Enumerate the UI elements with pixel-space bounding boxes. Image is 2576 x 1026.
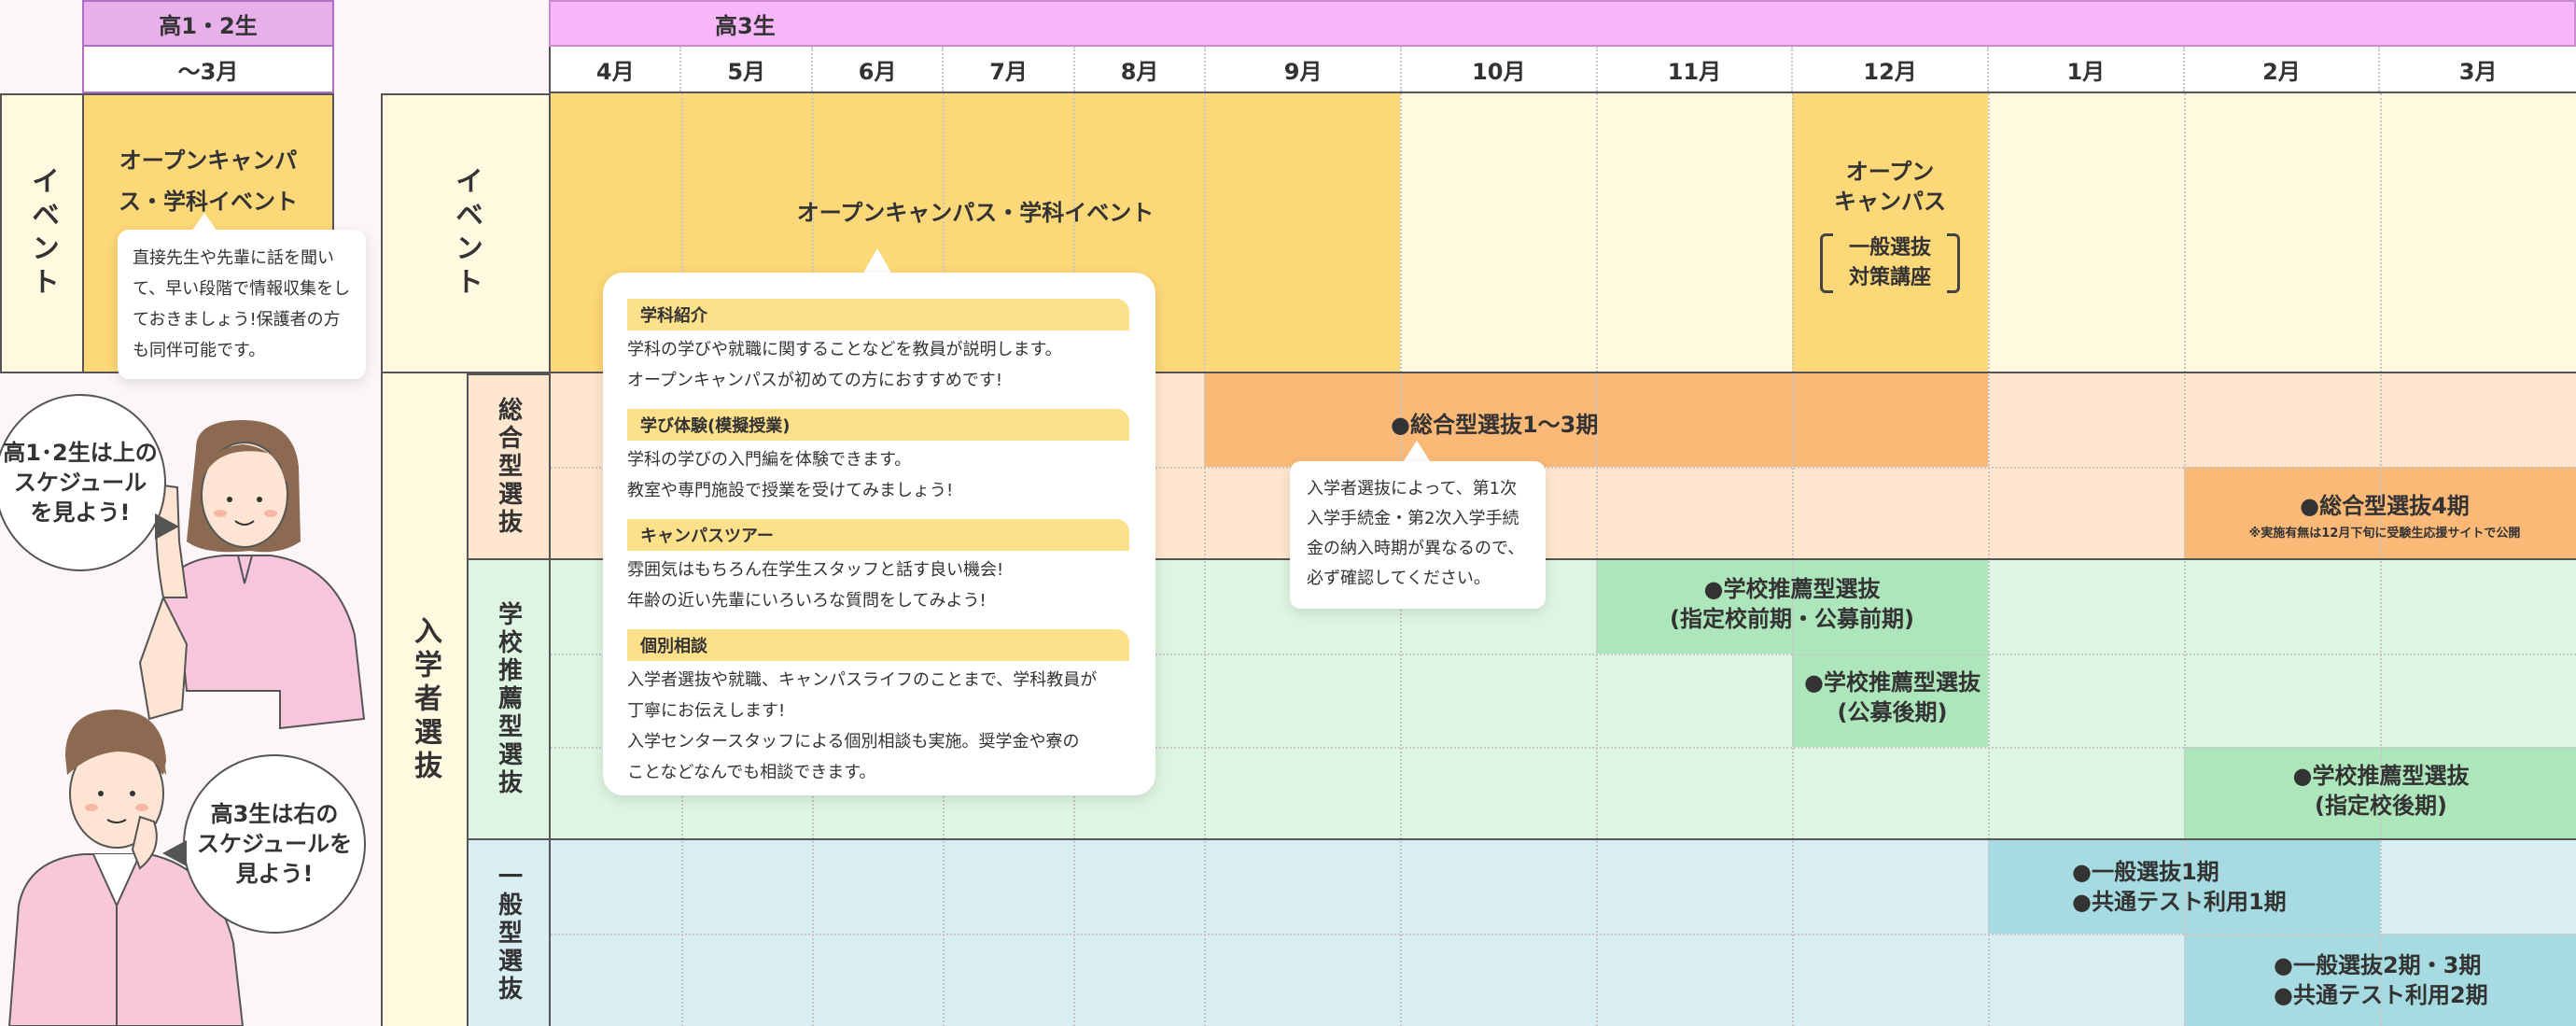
suisen-row-label: 学校推薦型選抜 (467, 560, 549, 840)
month-header-row: 4月 5月 6月 7月 8月 9月 10月 11月 12月 1月 2月 3月 (549, 47, 2576, 93)
ippan-label: 一般型選抜 (494, 863, 523, 1004)
month-5: 5月 (679, 47, 811, 91)
popup-tag-2: 学び体験(模擬授業) (627, 409, 1129, 441)
popup-item-4: 個別相談 入学者選抜や就職、キャンパスライフのことまで、学科教員が 丁寧にお伝え… (627, 629, 1129, 788)
junior-header: 高1・2生 (82, 0, 334, 47)
popup-pointer (862, 248, 892, 274)
month-7: 7月 (942, 47, 1073, 91)
sogo-note-bubble: 入学者選抜によって、第1次入学手続金・第2次入学手続金の納入時期が異なるので、必… (1290, 461, 1546, 609)
sogo-row-label: 総合型選抜 (467, 373, 549, 560)
event-main-title: オープンキャンパス・学科イベント (796, 200, 1155, 226)
event-label: イベント (450, 166, 483, 301)
month-12: 12月 (1791, 47, 1987, 91)
event-row-label: イベント (381, 93, 549, 373)
junior-event-label: イベント (26, 166, 59, 301)
popup-text-2: 学科の学びの入門編を体験できます。 教室や専門施設で授業を受けてみましょう! (627, 450, 954, 500)
junior-event-title: オープンキャンパス・学科イベント (119, 148, 298, 215)
junior-subheader: ～3月 (82, 47, 334, 93)
girl-figure-icon (138, 420, 366, 730)
popup-text-4: 入学者選抜や就職、キャンパスライフのことまで、学科教員が 丁寧にお伝えします! … (627, 670, 1098, 782)
month-4: 4月 (551, 47, 680, 91)
popup-tag-1: 学科紹介 (627, 299, 1129, 330)
popup-item-2: 学び体験(模擬授業) 学科の学びの入門編を体験できます。 教室や専門施設で授業を… (627, 409, 1129, 506)
suisen3-label: ●学校推薦型選抜 (指定校後期) (2292, 763, 2470, 819)
senior-header: 高3生 (549, 0, 2576, 47)
junior-subheader-label: ～3月 (177, 58, 239, 85)
junior-note-bubble: 直接先生や先輩に話を聞いて、早い段階で情報収集をしておきましょう!保護者の方も同… (118, 230, 366, 379)
popup-tag-4: 個別相談 (627, 629, 1129, 661)
junior-header-label: 高1・2生 (159, 12, 258, 39)
popup-tag-3: キャンパスツアー (627, 519, 1129, 551)
junior-note-text: 直接先生や先輩に話を聞いて、早い段階で情報収集をしておきましょう!保護者の方も同… (133, 248, 351, 360)
suisen2-label: ●学校推薦型選抜 (公募後期) (1804, 669, 1981, 725)
boy-speech-tail (162, 840, 187, 866)
month-1: 1月 (1986, 47, 2183, 91)
popup-text-1: 学科の学びや就職に関することなどを教員が説明します。 オープンキャンパスが初めて… (627, 340, 1062, 390)
sogo-note-pointer (1404, 441, 1430, 461)
month-9: 9月 (1204, 47, 1400, 91)
ippan2-label: ●一般選抜2期・3期 ●共通テスト利用2期 (2274, 952, 2488, 1008)
girl-speech-tail (155, 513, 179, 540)
girl-speech-text: 高1･2生は上の スケジュール を見よう! (3, 440, 158, 526)
sogo-note-text: 入学者選抜によって、第1次入学手続金・第2次入学手続金の納入時期が異なるので、必… (1307, 479, 1525, 588)
event-detail-popup: 学科紹介 学科の学びや就職に関することなどを教員が説明します。 オープンキャンパ… (603, 273, 1155, 795)
month-8: 8月 (1072, 47, 1205, 91)
popup-text-3: 雰囲気はもちろん在学生スタッフと話す良い機会! 年齢の近い先輩にいろいろな質問を… (627, 560, 1004, 611)
ippan-row-label: 一般型選抜 (467, 840, 549, 1026)
admission-row-label: 入学者選抜 (381, 373, 467, 1026)
boy-speech-text: 高3生は右の スケジュールを 見よう! (196, 801, 353, 887)
month-6: 6月 (810, 47, 943, 91)
girl-speech-bubble: 高1･2生は上の スケジュール を見よう! (0, 394, 166, 571)
popup-item-3: キャンパスツアー 雰囲気はもちろん在学生スタッフと話す良い機会! 年齢の近い先輩… (627, 519, 1129, 616)
month-2: 2月 (2182, 47, 2379, 91)
sogo4-label: ●総合型選抜4期 (2300, 493, 2470, 519)
admission-label: 入学者選抜 (409, 615, 441, 784)
junior-event-row-label: イベント (0, 93, 82, 373)
ippan1-label: ●一般選抜1期 ●共通テスト利用1期 (2072, 859, 2287, 915)
junior-note-pointer (191, 213, 217, 232)
month-10: 10月 (1399, 47, 1596, 91)
event-dec-sub: 一般選抜 対策講座 (1848, 236, 1931, 289)
month-11: 11月 (1595, 47, 1792, 91)
sogo4-note: ※実施有無は12月下旬に受験生応援サイトで公開 (2248, 527, 2521, 541)
suisen-label: 学校推薦型選抜 (494, 601, 523, 797)
event-dec-bracket: 一般選抜 対策講座 (1820, 233, 1960, 293)
sogo-label: 総合型選抜 (494, 397, 523, 537)
sogo1-label: ●総合型選抜1～3期 (1391, 412, 1599, 438)
boy-speech-bubble: 高3生は右の スケジュールを 見よう! (183, 754, 366, 934)
event-dec-title: オープン キャンパス (1834, 159, 1946, 215)
senior-header-label: 高3生 (715, 12, 776, 39)
month-3: 3月 (2378, 47, 2576, 91)
popup-item-1: 学科紹介 学科の学びや就職に関することなどを教員が説明します。 オープンキャンパ… (627, 299, 1129, 396)
suisen1-label: ●学校推薦型選抜 (指定校前期・公募前期) (1670, 576, 1914, 632)
